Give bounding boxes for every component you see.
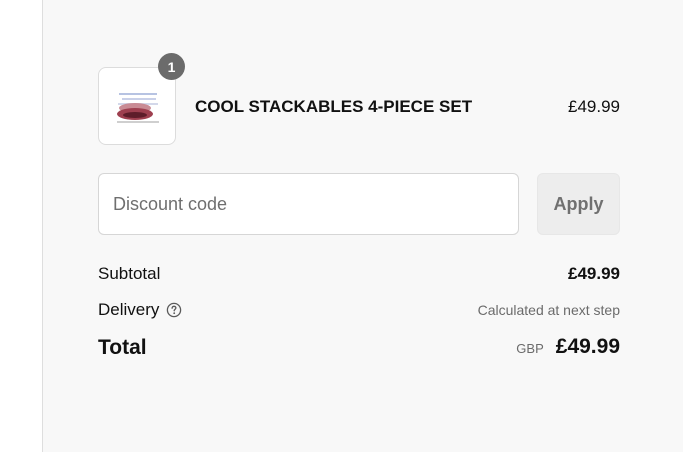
order-summary-panel: 1 COOL STACKABLES 4-PIECE SET £49.99 App… — [43, 0, 683, 452]
quantity-badge: 1 — [158, 53, 185, 80]
delivery-value: Calculated at next step — [477, 302, 620, 318]
subtotal-label: Subtotal — [98, 264, 161, 283]
product-image-icon — [117, 93, 159, 123]
currency-code: GBP — [516, 341, 544, 356]
delivery-label: Delivery — [98, 300, 160, 319]
apply-discount-button[interactable]: Apply — [537, 173, 620, 235]
total-label: Total — [98, 336, 147, 359]
total-value: GBP £49.99 — [516, 335, 620, 359]
discount-code-input[interactable] — [98, 173, 519, 235]
subtotal-value: £49.99 — [568, 264, 620, 283]
product-price: £49.99 — [568, 97, 620, 116]
delivery-row: Delivery — [98, 300, 182, 320]
checkout-main-panel — [0, 0, 42, 452]
product-name: COOL STACKABLES 4-PIECE SET — [195, 97, 473, 116]
total-amount: £49.99 — [555, 335, 620, 358]
product-thumbnail — [98, 67, 176, 145]
question-circle-icon[interactable] — [166, 302, 182, 318]
